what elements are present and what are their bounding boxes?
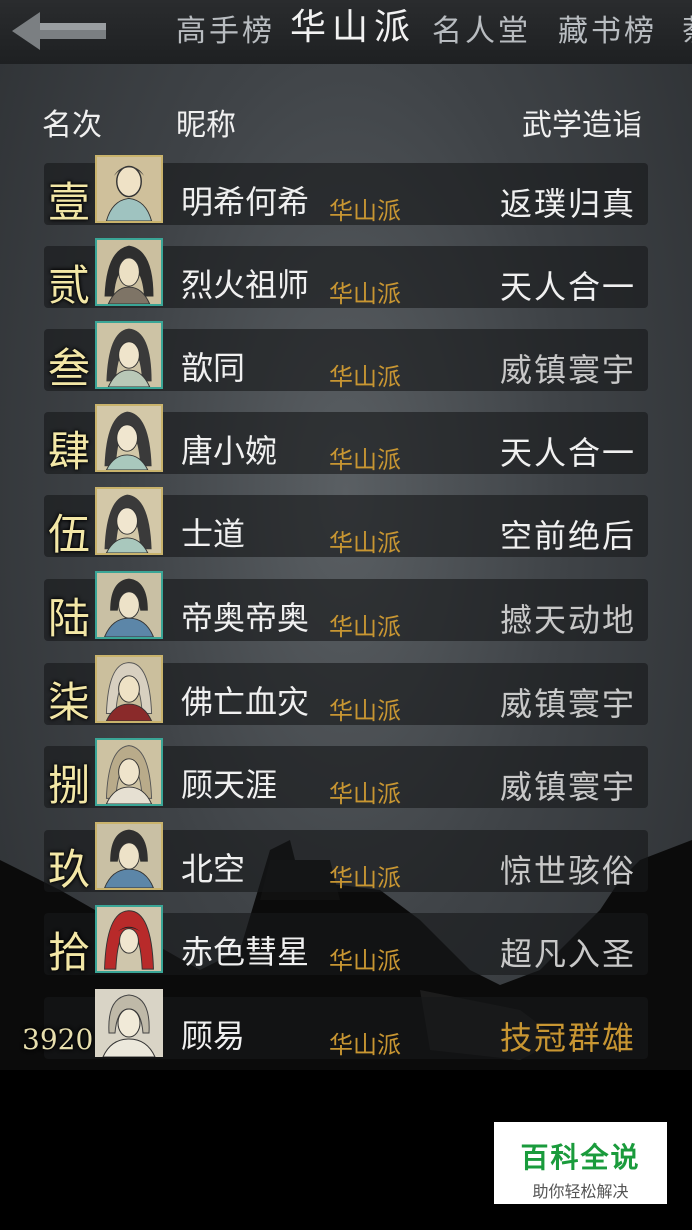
sect-label: 华山派 [329,947,401,975]
avatar [95,155,163,223]
level-label: 威镇寰宇 [499,685,636,723]
tab-more[interactable]: 萘 [682,10,692,54]
level-label: 天人合一 [499,434,636,472]
sect-label: 华山派 [329,864,401,892]
rank-label: 拾 [48,928,91,977]
ranking-row[interactable]: 玖 北空 华山派 惊世骇俗 [44,822,648,894]
watermark-title: 百科全说 [520,1141,641,1174]
watermark-subtitle: 助你轻松解决 [532,1182,629,1201]
avatar [95,404,163,472]
header-level: 武学造诣 [522,108,642,143]
avatar [95,738,163,806]
nickname: 顾天涯 [181,766,278,804]
rank-label: 贰 [48,261,91,310]
rank-label: 陆 [48,594,91,643]
tab-masters[interactable]: 高手榜 [176,10,275,54]
rank-label: 肆 [48,427,91,476]
sect-label: 华山派 [329,280,401,308]
avatar [95,571,163,639]
nickname: 明希何希 [181,183,310,221]
rank-label: 捌 [48,761,91,810]
sect-label: 华山派 [329,780,401,808]
rank-label: 玖 [48,845,91,894]
rank-label: 伍 [48,510,91,559]
nickname: 帝奥帝奥 [181,599,310,637]
ranking-row[interactable]: 伍 士道 华山派 空前绝后 [44,487,648,559]
ranking-row-self[interactable]: 3920 顾易 华山派 技冠群雄 [22,989,648,1059]
level-label: 威镇寰宇 [499,351,636,389]
sect-label: 华山派 [329,613,401,641]
ranking-row[interactable]: 壹 明希何希 华山派 返璞归真 [44,155,648,227]
tab-hall-of-fame[interactable]: 名人堂 [432,10,531,54]
avatar [95,238,163,306]
nickname: 佛亡血灾 [181,683,310,721]
ranking-row[interactable]: 贰 烈火祖师 华山派 天人合一 [44,238,648,310]
level-label: 惊世骇俗 [499,852,636,890]
nickname: 赤色彗星 [181,933,310,971]
nickname: 北空 [181,850,246,888]
ranking-row[interactable]: 肆 唐小婉 华山派 天人合一 [44,404,648,476]
level-label: 空前绝后 [499,517,636,555]
tab-book-ranking[interactable]: 藏书榜 [558,10,657,54]
ranking-row[interactable]: 拾 赤色彗星 华山派 超凡入圣 [44,905,648,977]
sect-label: 华山派 [329,197,401,225]
sect-label: 华山派 [329,363,401,391]
back-arrow-icon[interactable] [10,10,110,52]
sect-label: 华山派 [329,697,401,725]
nickname: 烈火祖师 [181,266,310,304]
avatar [95,905,163,973]
avatar [95,487,163,555]
ranking-row[interactable]: 陆 帝奥帝奥 华山派 撼天动地 [44,571,648,643]
nickname: 歆同 [181,349,246,387]
ranking-row[interactable]: 柒 佛亡血灾 华山派 威镇寰宇 [44,655,648,727]
tab-huashan[interactable]: 华山派 [290,6,416,50]
sect-label: 华山派 [329,1031,401,1059]
top-bar: 高手榜 华山派 名人堂 藏书榜 萘 [0,0,692,64]
nickname: 唐小婉 [181,432,278,470]
avatar [95,989,163,1057]
level-label: 威镇寰宇 [499,768,636,806]
rank-label: 柒 [48,678,91,727]
header-rank: 名次 [42,108,102,143]
rank-label: 3920 [22,1023,94,1056]
level-label: 返璞归真 [499,185,636,223]
avatar [95,655,163,723]
level-label: 超凡入圣 [499,935,636,973]
sect-label: 华山派 [329,446,401,474]
avatar [95,321,163,389]
nickname: 顾易 [181,1017,246,1055]
rank-label: 叁 [48,344,91,393]
rank-label: 壹 [48,178,91,227]
ranking-row[interactable]: 叁 歆同 华山派 威镇寰宇 [44,321,648,393]
ranking-row[interactable]: 捌 顾天涯 华山派 威镇寰宇 [44,738,648,810]
level-label: 撼天动地 [499,601,636,639]
sect-label: 华山派 [329,529,401,557]
level-label: 技冠群雄 [499,1019,636,1057]
level-label: 天人合一 [499,268,636,306]
watermark-logo: 百科全说 助你轻松解决 [494,1122,667,1204]
header-nickname: 昵称 [176,108,236,143]
avatar [95,822,163,890]
nickname: 士道 [181,515,246,553]
